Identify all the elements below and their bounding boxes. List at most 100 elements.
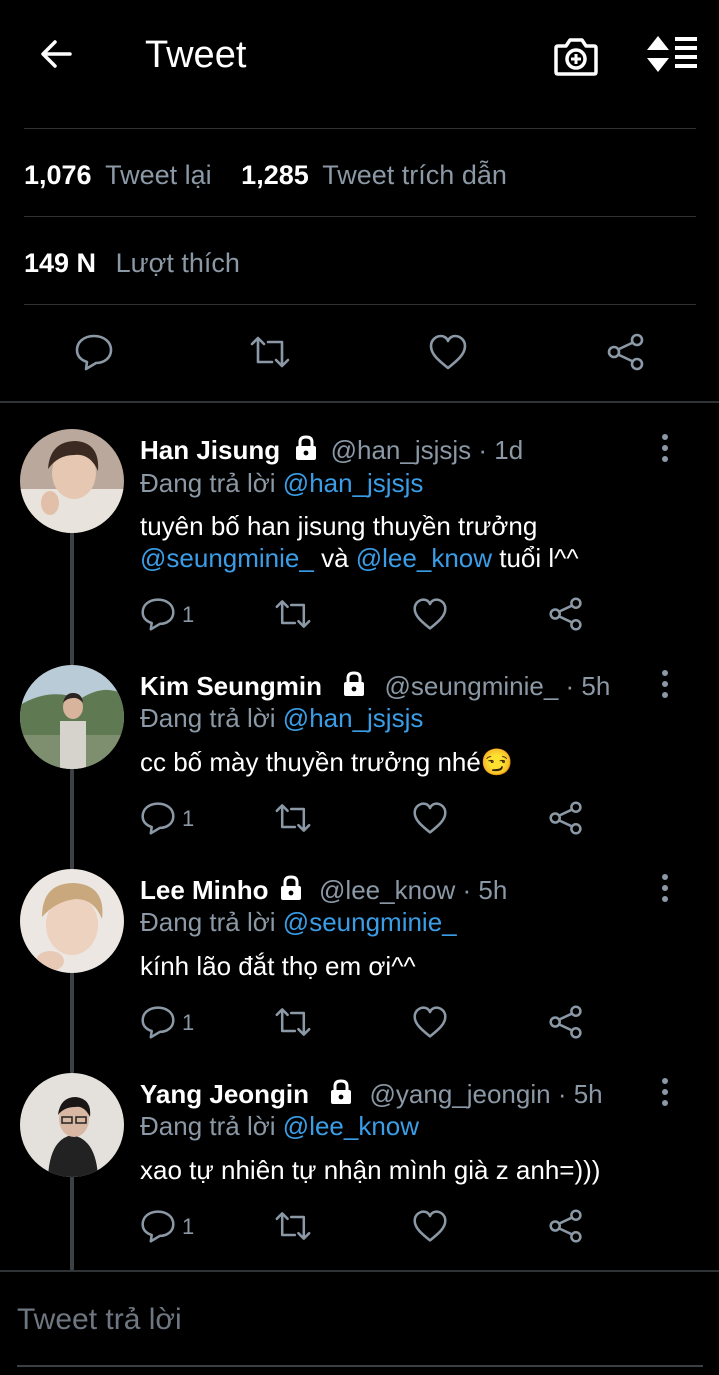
avatar-photo <box>20 429 124 533</box>
retweet-stats[interactable]: 1,076 Tweet lại 1,285 Tweet trích dẫn <box>24 160 507 191</box>
replying-label: Đang trả lời <box>140 907 276 937</box>
heart-icon[interactable] <box>412 596 448 632</box>
retweets-count: 1,076 <box>24 160 92 190</box>
reply-count: 1 <box>182 1214 195 1239</box>
reply-input[interactable]: Tweet trả lời <box>17 1303 182 1337</box>
reply-actions: 1 <box>140 1208 590 1248</box>
page-title: Tweet <box>145 34 247 76</box>
replying-to: Đang trả lời @han_jsjsjs <box>140 468 423 499</box>
reply-header: Lee Minho @lee_know · 5h <box>140 874 507 906</box>
reply-icon[interactable] <box>140 1004 176 1040</box>
user-handle[interactable]: @seungminie_ <box>384 671 558 701</box>
display-name[interactable]: Han Jisung <box>140 435 280 465</box>
tweet-text: xao tự nhiên tự nhận mình già z anh=))) <box>140 1155 601 1185</box>
tweet-text: cc bố mày thuyền trưởng nhé😏 <box>140 747 514 777</box>
mention-link[interactable]: @seungminie_ <box>283 907 457 937</box>
reply-header: Yang Jeongin @yang_jeongin · 5h <box>140 1078 603 1110</box>
text-segment: và <box>321 543 349 573</box>
likes-label: Lượt thích <box>115 248 240 278</box>
likes-count: 149 N <box>24 248 97 278</box>
mention-link[interactable]: @han_jsjsjs <box>283 468 424 498</box>
more-options-icon[interactable] <box>657 668 673 702</box>
replying-to: Đang trả lời @lee_know <box>140 1111 419 1142</box>
tweet-text: kính lão đắt thọ em ơi^^ <box>140 951 416 981</box>
more-options-icon[interactable] <box>657 1076 673 1110</box>
retweet-icon[interactable] <box>275 800 311 836</box>
top-bar: Tweet <box>0 0 719 112</box>
display-name[interactable]: Yang Jeongin <box>140 1079 309 1109</box>
user-handle[interactable]: @lee_know <box>319 875 455 905</box>
input-underline <box>17 1365 703 1367</box>
mention-link[interactable]: @lee_know <box>356 543 492 573</box>
divider <box>0 401 719 403</box>
sort-list-icon[interactable] <box>645 34 699 74</box>
timestamp: · 5h <box>462 875 508 905</box>
reply-actions: 1 <box>140 596 590 636</box>
replying-label: Đang trả lời <box>140 1111 276 1141</box>
share-icon[interactable] <box>548 1004 584 1040</box>
avatar[interactable] <box>20 1073 124 1177</box>
replying-to: Đang trả lời @han_jsjsjs <box>140 703 423 734</box>
avatar-photo <box>20 869 124 973</box>
user-handle[interactable]: @yang_jeongin <box>370 1079 551 1109</box>
retweet-icon[interactable] <box>275 596 311 632</box>
more-options-icon[interactable] <box>657 872 673 906</box>
text-segment: tuổi l^^ <box>499 543 579 573</box>
divider <box>24 128 696 129</box>
more-options-icon[interactable] <box>657 432 673 466</box>
quotes-count: 1,285 <box>241 160 309 190</box>
reply-icon[interactable] <box>140 1208 176 1244</box>
timestamp: · 5h <box>557 1079 603 1109</box>
reply-icon[interactable] <box>140 800 176 836</box>
tweet-text: tuyên bố han jisung thuyền trưởng @seung… <box>140 510 700 574</box>
camera-plus-icon[interactable] <box>552 34 600 78</box>
reply-actions: 1 <box>140 800 590 840</box>
divider <box>24 304 696 305</box>
tweet-actions <box>0 322 719 382</box>
reply-header: Kim Seungmin @seungminie_ · 5h <box>140 670 610 702</box>
avatar[interactable] <box>20 869 124 973</box>
reply-composer[interactable]: Tweet trả lời <box>0 1272 719 1375</box>
likes-stats[interactable]: 149 N Lượt thích <box>24 248 240 279</box>
reply-icon[interactable] <box>140 596 176 632</box>
retweet-icon[interactable] <box>275 1208 311 1244</box>
replying-label: Đang trả lời <box>140 703 276 733</box>
retweets-label: Tweet lại <box>105 160 212 190</box>
display-name[interactable]: Lee Minho <box>140 875 269 905</box>
share-icon[interactable] <box>548 1208 584 1244</box>
avatar-photo <box>20 665 124 769</box>
replying-label: Đang trả lời <box>140 468 276 498</box>
share-icon[interactable] <box>548 596 584 632</box>
reply-icon[interactable] <box>74 332 114 372</box>
share-icon[interactable] <box>548 800 584 836</box>
user-handle[interactable]: @han_jsjsjs <box>331 435 472 465</box>
divider <box>24 216 696 217</box>
mention-link[interactable]: @seungminie_ <box>140 543 314 573</box>
lock-icon <box>296 435 317 460</box>
share-icon[interactable] <box>606 332 646 372</box>
display-name[interactable]: Kim Seungmin <box>140 671 322 701</box>
heart-icon[interactable] <box>412 1208 448 1244</box>
reply-header: Han Jisung @han_jsjsjs · 1d <box>140 434 523 466</box>
reply-count: 1 <box>182 1010 195 1035</box>
avatar-photo <box>20 1073 124 1177</box>
heart-icon[interactable] <box>412 800 448 836</box>
heart-icon[interactable] <box>428 332 468 372</box>
arrow-left-icon[interactable] <box>36 34 76 74</box>
lock-icon <box>331 1079 352 1104</box>
avatar[interactable] <box>20 665 124 769</box>
avatar[interactable] <box>20 429 124 533</box>
replying-to: Đang trả lời @seungminie_ <box>140 907 457 938</box>
lock-icon <box>344 671 365 696</box>
lock-icon <box>280 875 301 900</box>
heart-icon[interactable] <box>412 1004 448 1040</box>
mention-link[interactable]: @han_jsjsjs <box>283 703 424 733</box>
retweet-icon[interactable] <box>275 1004 311 1040</box>
text-segment: tuyên bố han jisung thuyền trưởng <box>140 511 538 541</box>
reply-actions: 1 <box>140 1004 590 1044</box>
quotes-label: Tweet trích dẫn <box>322 160 507 190</box>
reply-count: 1 <box>182 602 195 627</box>
reply-count: 1 <box>182 806 195 831</box>
retweet-icon[interactable] <box>250 332 290 372</box>
mention-link[interactable]: @lee_know <box>283 1111 419 1141</box>
